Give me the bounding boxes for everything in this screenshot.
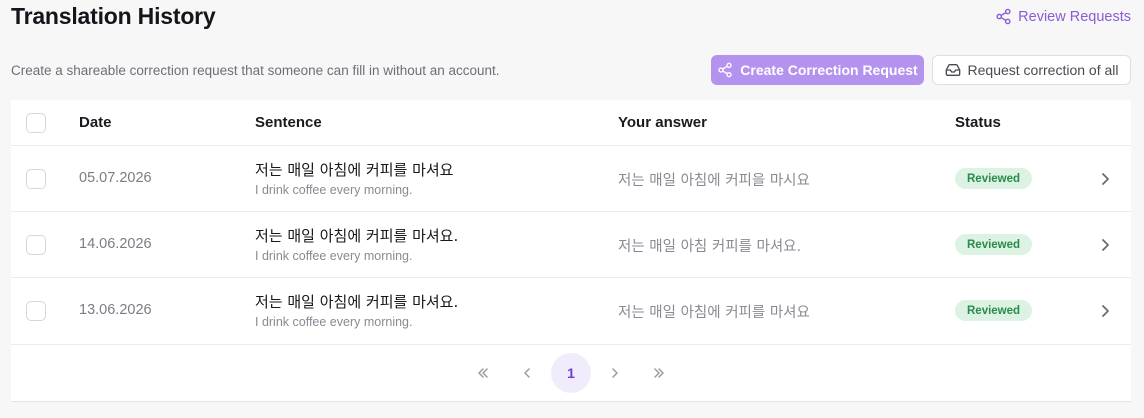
previous-page-button[interactable] <box>507 353 547 393</box>
translation-history-page: Translation History Review Requests Crea… <box>0 0 1144 418</box>
column-header-sentence[interactable]: Sentence <box>255 114 322 131</box>
row-sentence: 저는 매일 아침에 커피를 마셔요. <box>255 227 459 245</box>
chevron-left-icon <box>524 368 530 378</box>
row-date: 05.07.2026 <box>79 170 152 186</box>
chevrons-right-icon <box>654 368 664 378</box>
status-badge: Reviewed <box>955 234 1033 255</box>
chevron-right-icon[interactable] <box>1098 302 1112 320</box>
share-icon <box>718 62 732 78</box>
table-row[interactable]: 13.06.2026 저는 매일 아침에 커피를 마셔요. I drink co… <box>11 278 1131 345</box>
row-sentence: 저는 매일 아침에 커피를 마셔요 <box>255 161 454 179</box>
row-checkbox[interactable] <box>26 301 46 321</box>
row-checkbox[interactable] <box>26 169 46 189</box>
row-answer: 저는 매일 아침에 커피를 마셔요 <box>618 305 810 321</box>
chevrons-left-icon <box>478 368 488 378</box>
table-header-row: Date Sentence Your answer Status <box>11 100 1131 146</box>
column-header-status[interactable]: Status <box>955 114 1001 131</box>
row-answer: 저는 매일 아침 커피를 마셔요. <box>618 239 802 255</box>
chevron-right-icon[interactable] <box>1098 236 1112 254</box>
column-header-answer[interactable]: Your answer <box>618 114 707 131</box>
select-all-checkbox[interactable] <box>26 113 46 133</box>
row-checkbox[interactable] <box>26 235 46 255</box>
translation-table: Date Sentence Your answer Status 05.07.2… <box>11 100 1131 402</box>
last-page-button[interactable] <box>639 353 679 393</box>
page-number-current[interactable]: 1 <box>551 353 591 393</box>
review-requests-link[interactable]: Review Requests <box>995 8 1131 25</box>
page-subtitle: Create a shareable correction request th… <box>11 63 500 78</box>
inbox-icon <box>945 64 960 76</box>
column-header-date[interactable]: Date <box>79 114 112 131</box>
request-correction-all-button[interactable]: Request correction of all <box>932 55 1131 85</box>
first-page-button[interactable] <box>463 353 503 393</box>
share-icon <box>996 8 1011 25</box>
row-translation: I drink coffee every morning. <box>255 249 413 263</box>
create-correction-request-button[interactable]: Create Correction Request <box>711 55 924 85</box>
row-date: 14.06.2026 <box>79 236 152 252</box>
row-sentence: 저는 매일 아침에 커피를 마셔요. <box>255 293 459 311</box>
review-requests-label: Review Requests <box>1018 8 1131 25</box>
request-correction-all-label: Request correction of all <box>967 62 1119 78</box>
pagination: 1 <box>11 353 1131 393</box>
row-answer: 저는 매일 아침에 커피을 마시요 <box>618 173 810 189</box>
table-row[interactable]: 05.07.2026 저는 매일 아침에 커피를 마셔요 I drink cof… <box>11 146 1131 212</box>
chevron-right-icon[interactable] <box>1098 170 1112 188</box>
status-badge: Reviewed <box>955 300 1033 321</box>
chevron-right-icon <box>612 368 618 378</box>
status-badge: Reviewed <box>955 168 1033 189</box>
next-page-button[interactable] <box>595 353 635 393</box>
table-row[interactable]: 14.06.2026 저는 매일 아침에 커피를 마셔요. I drink co… <box>11 212 1131 278</box>
create-correction-request-label: Create Correction Request <box>740 62 918 78</box>
row-translation: I drink coffee every morning. <box>255 315 413 329</box>
row-date: 13.06.2026 <box>79 302 152 318</box>
page-title: Translation History <box>11 3 216 29</box>
row-translation: I drink coffee every morning. <box>255 183 413 197</box>
